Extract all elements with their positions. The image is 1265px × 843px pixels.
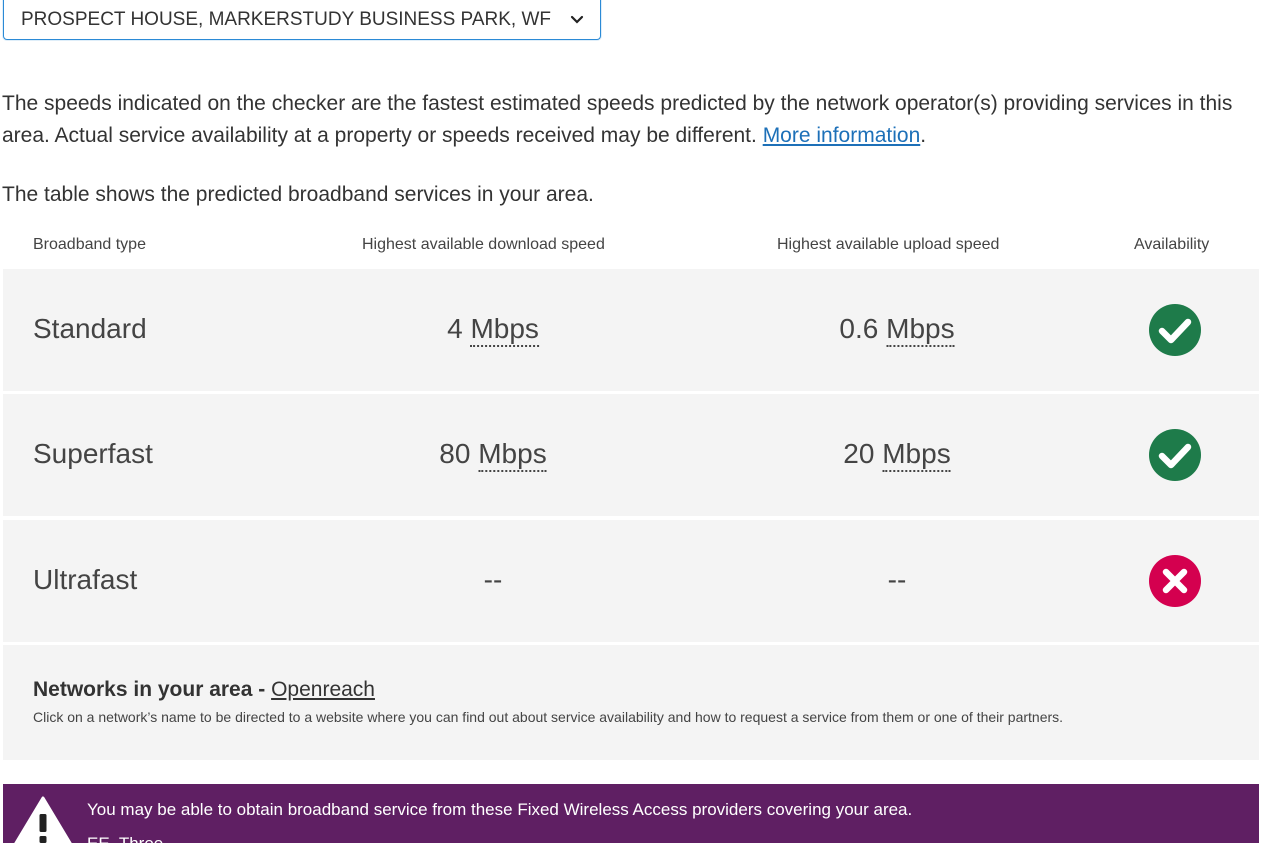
upload-speed: 20 Mbps: [843, 438, 951, 472]
download-speed: --: [484, 564, 503, 596]
address-select[interactable]: PROSPECT HOUSE, MARKERSTUDY BUSINESS PAR…: [3, 0, 601, 40]
address-select-value: PROSPECT HOUSE, MARKERSTUDY BUSINESS PAR…: [21, 9, 551, 30]
networks-note: Click on a network’s name to be directed…: [33, 709, 1064, 725]
download-value: 80: [439, 438, 471, 469]
cross-circle-icon: [1149, 555, 1201, 607]
table-header: Broadband type Highest available downloa…: [0, 230, 1265, 260]
download-value: 4: [447, 313, 463, 344]
more-information-link[interactable]: More information: [763, 124, 921, 147]
table-row: Standard 4 Mbps 0.6 Mbps: [3, 269, 1259, 391]
upload-speed: 0.6 Mbps: [839, 313, 955, 347]
upload-value: 20: [843, 438, 875, 469]
header-upload-speed: Highest available upload speed: [777, 236, 1000, 253]
header-broadband-type: Broadband type: [33, 236, 146, 253]
table-row: Ultrafast -- --: [3, 520, 1259, 642]
fwa-banner: You may be able to obtain broadband serv…: [3, 784, 1259, 843]
upload-unit: Mbps: [882, 438, 951, 472]
check-circle-icon: [1149, 304, 1201, 356]
intro-text: The speeds indicated on the checker are …: [2, 92, 1233, 147]
download-speed: 80 Mbps: [439, 438, 547, 472]
upload-unit: Mbps: [886, 313, 955, 347]
openreach-link[interactable]: Openreach: [271, 678, 375, 701]
check-circle-icon: [1149, 429, 1201, 481]
page: PROSPECT HOUSE, MARKERSTUDY BUSINESS PAR…: [0, 0, 1265, 843]
warning-icon: [14, 796, 72, 843]
networks-label: Networks in your area -: [33, 678, 272, 701]
upload-speed: --: [888, 564, 907, 596]
broadband-type: Standard: [33, 313, 147, 344]
networks-panel: Networks in your area - Openreach Click …: [3, 645, 1259, 760]
broadband-type: Ultrafast: [33, 564, 138, 595]
networks-title: Networks in your area - Openreach: [33, 678, 375, 702]
download-unit: Mbps: [478, 438, 547, 472]
chevron-down-icon: [570, 15, 584, 24]
intro-suffix: .: [920, 124, 927, 147]
download-value: --: [483, 564, 503, 595]
upload-value: 0.6: [839, 313, 879, 344]
header-download-speed: Highest available download speed: [362, 236, 605, 253]
download-unit: Mbps: [470, 313, 539, 347]
download-speed: 4 Mbps: [447, 313, 539, 347]
upload-value: --: [887, 564, 907, 595]
intro-paragraph: The speeds indicated on the checker are …: [2, 88, 1257, 152]
fwa-providers: EE, Three: [87, 834, 163, 843]
table-row: Superfast 80 Mbps 20 Mbps: [3, 394, 1259, 516]
table-intro: The table shows the predicted broadband …: [2, 183, 594, 206]
fwa-text: You may be able to obtain broadband serv…: [87, 800, 913, 819]
broadband-type: Superfast: [33, 438, 153, 469]
header-availability: Availability: [1134, 236, 1210, 253]
